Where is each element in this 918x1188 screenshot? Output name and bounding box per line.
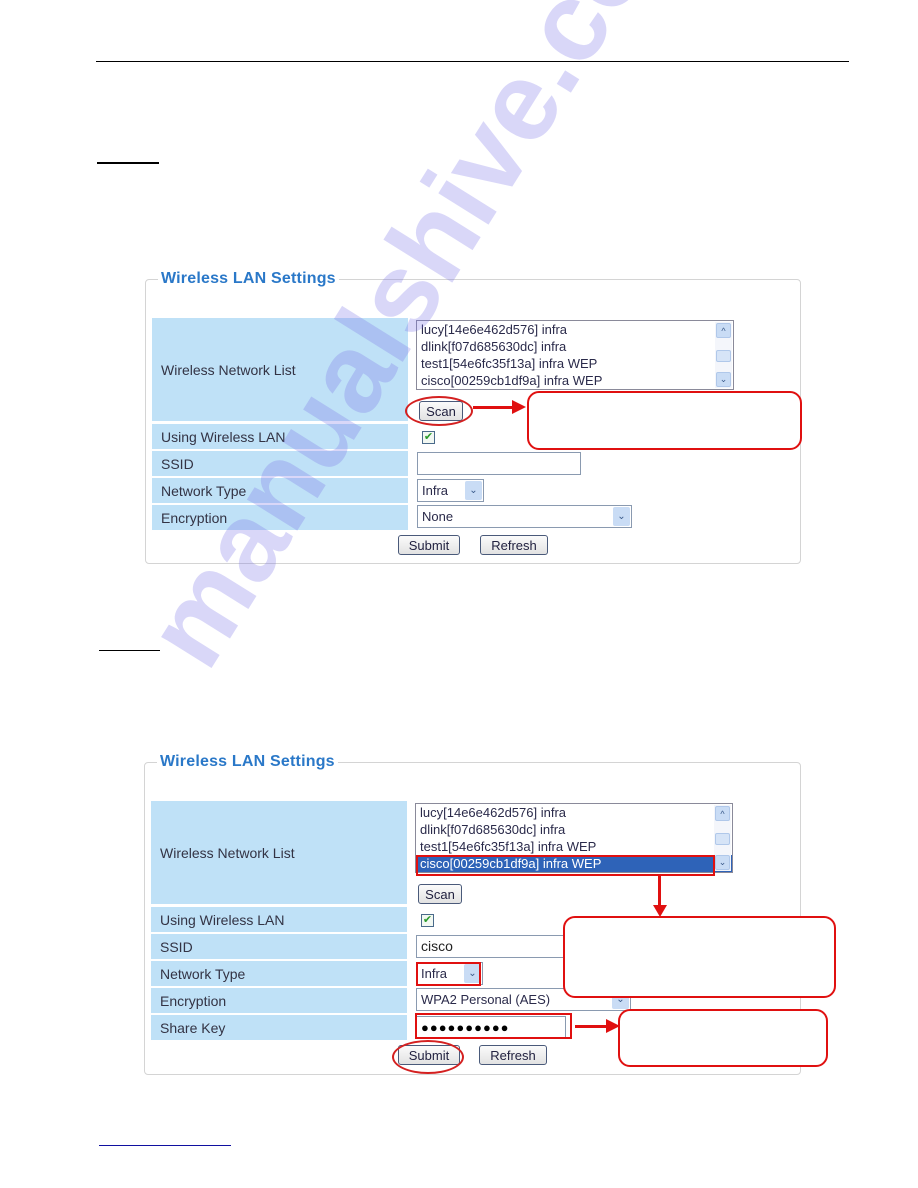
submit-button[interactable]: Submit — [398, 535, 460, 555]
wireless-network-listbox[interactable]: lucy[14e6e462d576] infra dlink[f07d68563… — [416, 320, 734, 390]
network-option[interactable]: test1[54e6fc35f13a] infra WEP — [417, 355, 733, 372]
submit-highlight-oval — [392, 1040, 464, 1074]
label-wireless-network-list: Wireless Network List — [151, 801, 407, 904]
label-encryption: Encryption — [151, 988, 407, 1013]
network-option[interactable]: test1[54e6fc35f13a] infra WEP — [416, 838, 732, 855]
encryption-value: WPA2 Personal (AES) — [421, 992, 551, 1007]
label-network-type: Network Type — [152, 478, 408, 503]
header-rule — [96, 61, 849, 62]
label-using-wireless-lan: Using Wireless LAN — [152, 424, 408, 449]
annotation-arrow-head — [512, 400, 526, 414]
listbox-scrollbar[interactable]: ^ ⌄ — [715, 322, 732, 388]
panel-title: Wireless LAN Settings — [158, 270, 339, 288]
using-wireless-lan-checkbox[interactable]: ✔ — [421, 914, 434, 927]
network-type-value: Infra — [422, 483, 449, 498]
refresh-button[interactable]: Refresh — [479, 1045, 547, 1065]
footer-link-underline[interactable] — [99, 1145, 231, 1146]
share-key-highlight — [415, 1013, 572, 1039]
chevron-down-icon[interactable]: ⌄ — [613, 507, 630, 526]
scroll-thumb[interactable] — [716, 350, 731, 362]
encryption-select[interactable]: None ⌄ — [417, 505, 632, 528]
network-type-highlight — [416, 962, 481, 986]
network-option[interactable]: dlink[f07d685630dc] infra — [417, 338, 733, 355]
scan-highlight-oval — [405, 396, 473, 426]
encryption-value: None — [422, 509, 454, 524]
annotation-arrow-line — [658, 876, 661, 906]
ssid-input[interactable] — [417, 452, 581, 475]
refresh-button[interactable]: Refresh — [480, 535, 548, 555]
scan-button[interactable]: Scan — [418, 884, 462, 904]
label-ssid: SSID — [152, 451, 408, 476]
callout-box-network-info — [563, 916, 836, 998]
step-2-heading-underline — [99, 650, 160, 651]
selected-network-highlight — [416, 855, 715, 876]
network-option[interactable]: lucy[14e6e462d576] infra — [417, 321, 733, 338]
label-wireless-network-list: Wireless Network List — [152, 318, 408, 421]
label-ssid: SSID — [151, 934, 407, 959]
listbox-scrollbar[interactable]: ^ ⌄ — [714, 805, 731, 871]
label-network-type: Network Type — [151, 961, 407, 986]
network-option[interactable]: dlink[f07d685630dc] infra — [416, 821, 732, 838]
label-share-key: Share Key — [151, 1015, 407, 1040]
scroll-down-icon[interactable]: ⌄ — [716, 372, 731, 387]
scroll-down-icon[interactable]: ⌄ — [715, 855, 730, 870]
network-option[interactable]: lucy[14e6e462d576] infra — [416, 804, 732, 821]
network-type-select[interactable]: Infra ⌄ — [417, 479, 484, 502]
label-encryption: Encryption — [152, 505, 408, 530]
chevron-down-icon[interactable]: ⌄ — [465, 481, 482, 500]
label-using-wireless-lan: Using Wireless LAN — [151, 907, 407, 932]
callout-box-share-key — [618, 1009, 828, 1067]
callout-box-scan — [527, 391, 802, 450]
scroll-up-icon[interactable]: ^ — [715, 806, 730, 821]
scroll-up-icon[interactable]: ^ — [716, 323, 731, 338]
annotation-arrow-line — [473, 406, 513, 409]
using-wireless-lan-checkbox[interactable]: ✔ — [422, 431, 435, 444]
scroll-thumb[interactable] — [715, 833, 730, 845]
ssid-input[interactable]: cisco — [416, 935, 580, 958]
network-option[interactable]: cisco[00259cb1df9a] infra WEP — [417, 372, 733, 389]
step-1-heading-underline — [97, 162, 159, 164]
panel-title: Wireless LAN Settings — [157, 753, 338, 771]
